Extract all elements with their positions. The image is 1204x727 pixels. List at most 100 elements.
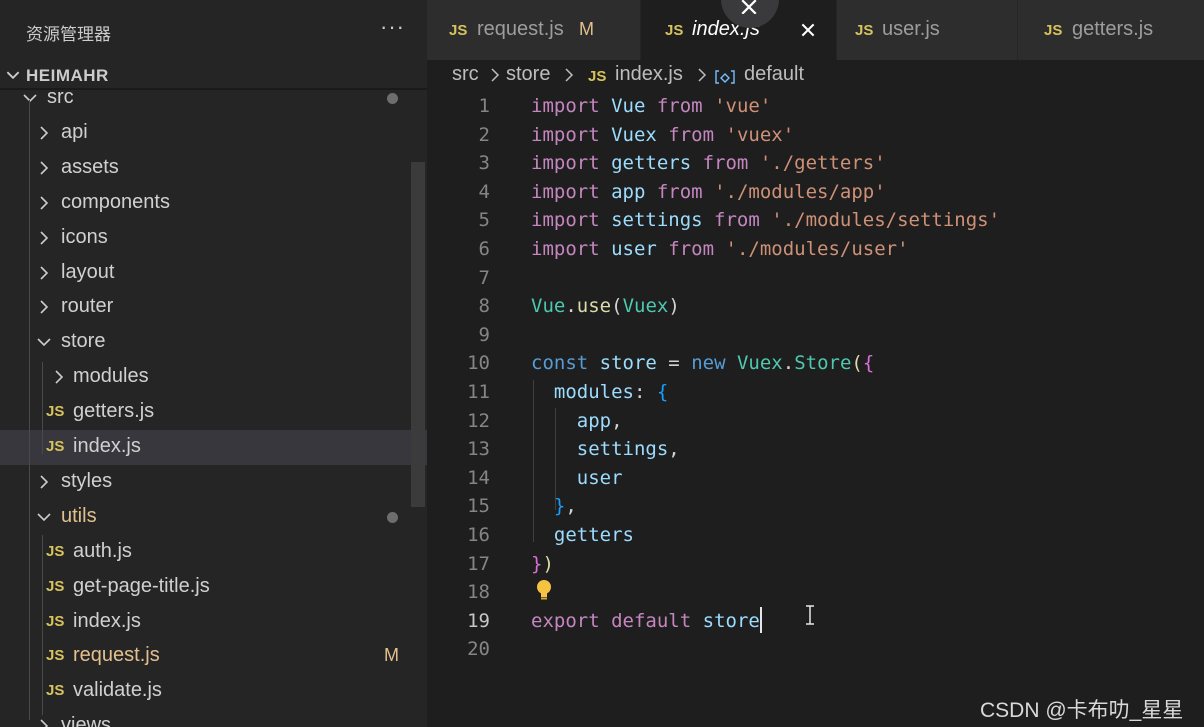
close-icon (741, 0, 757, 14)
folder-item-components[interactable]: components (0, 186, 427, 221)
js-file-icon: JS (46, 682, 65, 700)
file-item-get-page-title-js[interactable]: JS get-page-title.js (0, 570, 427, 605)
line-number: 5 (478, 209, 490, 232)
code-token: , (668, 438, 680, 461)
code-line[interactable]: 3 import getters from './getters' (427, 150, 1204, 179)
code-line[interactable]: 8 Vue.use(Vuex) (427, 293, 1204, 322)
code-text: import Vuex from 'vuex' (531, 124, 794, 146)
file-item-index-js[interactable]: JS index.js (0, 605, 427, 640)
code-line[interactable]: 7 (427, 265, 1204, 294)
breadcrumb: src store JS index.js default (427, 60, 1204, 92)
line-number: 2 (478, 123, 490, 146)
tree-item-label: components (61, 190, 170, 213)
breadcrumb-store[interactable]: store (506, 63, 550, 86)
line-number: 14 (467, 466, 490, 489)
code-line[interactable]: 5 import settings from './modules/setting… (427, 207, 1204, 236)
code-editor[interactable]: 1 import Vue from 'vue' 2 import Vuex from … (427, 92, 1204, 727)
chevron-down-icon (23, 94, 37, 103)
breadcrumb-file[interactable]: index.js (615, 63, 683, 86)
breadcrumb-src[interactable]: src (452, 63, 479, 86)
code-text: import Vue from 'vue' (531, 95, 771, 117)
tab-user-js[interactable]: JS user.js (837, 0, 1017, 60)
code-token: Store (794, 352, 852, 375)
tree-item-label: src (47, 86, 74, 108)
code-token: . (782, 352, 795, 375)
tab-getters-js[interactable]: JS getters.js (1018, 0, 1204, 60)
code-line[interactable]: 6 import user from './modules/user' (427, 236, 1204, 265)
folder-item-modules[interactable]: modules (0, 360, 427, 395)
code-line[interactable]: 15 }, (427, 493, 1204, 522)
explorer-title: 资源管理器 (26, 25, 111, 44)
code-token: app (531, 409, 612, 432)
chevron-right-icon (40, 196, 49, 210)
watermark: CSDN @卡布叻_星星 (980, 699, 1184, 722)
folder-item-store[interactable]: store (0, 325, 427, 360)
code-line[interactable]: 9 (427, 322, 1204, 351)
code-text: app, (531, 410, 623, 432)
tree-indent-guide (29, 100, 30, 720)
code-token: 'vuex' (725, 123, 795, 146)
folder-item-assets[interactable]: assets (0, 151, 427, 186)
chevron-right-icon (40, 300, 49, 314)
file-item-auth-js[interactable]: JS auth.js (0, 535, 427, 570)
chevron-right-icon (40, 231, 49, 245)
close-tab-icon[interactable] (799, 21, 817, 39)
sidebar-scrollbar[interactable] (411, 162, 425, 507)
folder-item-layout[interactable]: layout (0, 256, 427, 291)
tab-label: user.js (882, 18, 940, 40)
code-text: import user from './modules/user' (531, 238, 909, 260)
line-number: 10 (467, 352, 490, 375)
chevron-right-icon (698, 68, 707, 82)
file-item-request-js[interactable]: JS request.js M (0, 639, 427, 674)
code-token: from (702, 152, 749, 175)
tree-item-label: store (61, 330, 106, 353)
file-item-validate-js[interactable]: JS validate.js (0, 674, 427, 709)
code-token: Vue (599, 95, 657, 117)
folder-item-views[interactable]: views (0, 709, 427, 727)
code-token: . (565, 295, 577, 318)
code-token: './modules/app' (714, 180, 886, 203)
code-line[interactable]: 20 (427, 636, 1204, 665)
folder-item-router[interactable]: router (0, 290, 427, 325)
tree-item-label: assets (61, 155, 119, 178)
code-line[interactable]: 13 settings, (427, 436, 1204, 465)
file-item-index-js[interactable]: JS index.js (0, 430, 427, 465)
code-line[interactable]: 16 getters (427, 522, 1204, 551)
js-file-icon: JS (46, 577, 65, 595)
code-token: './modules/user' (725, 238, 909, 260)
tree-item-label: router (61, 295, 114, 318)
code-line[interactable]: 10 const store = new Vuex.Store({ (427, 350, 1204, 379)
code-line[interactable]: 1 import Vue from 'vue' (427, 93, 1204, 122)
tab-request-js[interactable]: JS request.js M (427, 0, 640, 60)
tree-item-label: request.js (73, 644, 160, 667)
code-line[interactable]: 4 import app from './modules/app' (427, 179, 1204, 208)
folder-item-src[interactable]: src (0, 81, 427, 116)
folder-item-icons[interactable]: icons (0, 221, 427, 256)
code-line[interactable]: 17}) (427, 551, 1204, 580)
folder-item-api[interactable]: api (0, 116, 427, 151)
file-item-getters-js[interactable]: JS getters.js (0, 395, 427, 430)
chevron-right-icon (40, 719, 49, 727)
code-token: settings (599, 209, 715, 232)
code-line[interactable]: 19 export default store (427, 608, 1204, 637)
line-number: 6 (478, 238, 490, 260)
more-actions-icon[interactable]: ··· (380, 14, 405, 40)
code-token: import (531, 180, 600, 203)
breadcrumb-symbol[interactable]: default (744, 63, 804, 86)
line-number: 19 (467, 609, 490, 632)
code-line[interactable]: 2 import Vuex from 'vuex' (427, 122, 1204, 151)
folder-item-styles[interactable]: styles (0, 465, 427, 500)
lightbulb-icon[interactable] (533, 578, 555, 602)
js-file-icon: JS (46, 647, 65, 665)
code-line[interactable]: 12 app, (427, 408, 1204, 437)
folder-item-utils[interactable]: utils (0, 500, 427, 535)
code-token: from (714, 209, 760, 232)
code-line[interactable]: 11 modules: { (427, 379, 1204, 408)
code-line[interactable]: 14 user (427, 465, 1204, 494)
code-text: getters (531, 524, 634, 546)
